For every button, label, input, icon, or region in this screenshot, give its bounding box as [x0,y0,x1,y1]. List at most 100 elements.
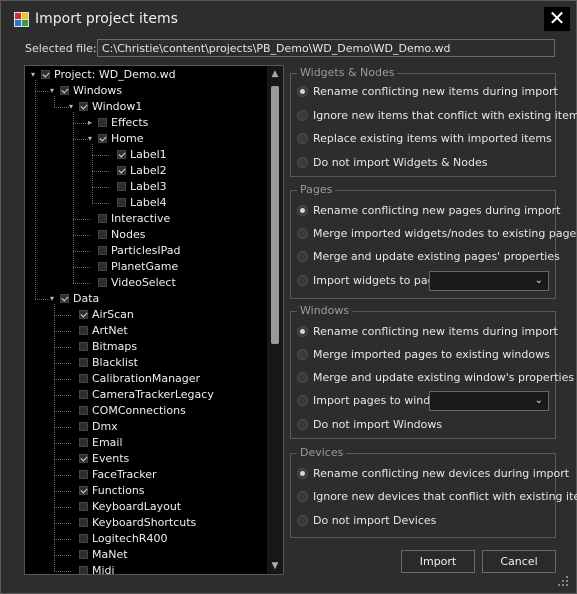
page-select[interactable]: ⌄ [429,271,549,291]
project-tree[interactable]: ▾ Project: WD_Demo.wd ▾ Windows ▾ Window1 ▸ Eff… [24,65,284,575]
tree-node-label: KeyboardLayout [92,500,182,513]
tree-connector [92,144,93,203]
tree-checkbox[interactable] [79,406,88,415]
tree-connector [73,139,90,140]
tree-checkbox[interactable] [98,134,107,143]
tree-checkbox[interactable] [98,214,107,223]
cancel-button[interactable]: Cancel [482,550,556,573]
tree-checkbox[interactable] [117,150,126,159]
tree-node-label: Midi [92,564,115,575]
scroll-down-icon[interactable]: ▼ [267,558,283,574]
tree-connector [54,411,71,412]
app-icon [14,12,29,27]
tree-connector [92,155,109,156]
tree-connector [54,491,71,492]
radio-dot [297,419,308,430]
tree-checkbox[interactable] [79,390,88,399]
chevron-down-icon: ⌄ [534,395,543,406]
tree-checkbox[interactable] [79,102,88,111]
tree-node-label: Events [92,452,130,465]
tree-connector [73,235,90,236]
tree-checkbox[interactable] [117,198,126,207]
tree-connector [54,331,71,332]
tree-node-label: LogitechR400 [92,532,168,545]
tree-node-label: AirScan [92,308,134,321]
tree-connector [54,459,71,460]
tree-node-label: Interactive [111,212,171,225]
tree-node-label: ParticlesIPad [111,244,181,257]
tree-checkbox[interactable] [79,422,88,431]
tree-checkbox[interactable] [41,70,50,79]
tree-node-label: Dmx [92,420,118,433]
tree-checkbox[interactable] [79,550,88,559]
pages-group: Pages Rename conflicting new pages durin… [290,183,576,299]
tree-connector [54,555,71,556]
windows-group: Windows Rename conflicting new items dur… [290,304,574,439]
tree-node-label: Label1 [130,148,167,161]
tree-node-label: Window1 [92,100,143,113]
tree-node-label: CalibrationManager [92,372,201,385]
tree-node-label: Functions [92,484,145,497]
import-button[interactable]: Import [401,550,475,573]
tree-connector [54,475,71,476]
radio-dot [297,205,308,216]
tree-checkbox[interactable] [79,566,88,574]
tree-checkbox[interactable] [79,454,88,463]
radio-dot [297,491,308,502]
title-bar: Import project items ✕ [1,1,576,37]
tree-node-label: KeyboardShortcuts [92,516,197,529]
devices-title: Devices [297,446,347,459]
tree-checkbox[interactable] [79,342,88,351]
tree-checkbox[interactable] [98,118,107,127]
selected-file-field[interactable]: C:\Christie\content\projects\PB_Demo\WD_… [97,39,555,57]
window-title: Import project items [35,11,178,27]
tree-node-label: Label4 [130,196,167,209]
resize-grip-icon[interactable] [557,575,569,587]
tree-node-label: MaNet [92,548,128,561]
tree-checkbox[interactable] [79,310,88,319]
tree-checkbox[interactable] [79,518,88,527]
tree-scrollbar[interactable]: ▲ ▼ [267,66,283,574]
tree-checkbox[interactable] [98,262,107,271]
pages-title: Pages [297,183,336,196]
chevron-down-icon: ⌄ [534,275,543,286]
tree-checkbox[interactable] [79,470,88,479]
tree-node-label: Home [111,132,144,145]
tree-checkbox[interactable] [79,534,88,543]
tree-connector [73,123,90,124]
tree-connector [35,91,52,92]
collapse-icon[interactable]: ▾ [31,71,39,79]
tree-checkbox[interactable] [79,374,88,383]
tree-checkbox[interactable] [60,86,69,95]
window-select[interactable]: ⌄ [429,391,549,411]
tree-connector [35,299,52,300]
tree-checkbox[interactable] [79,358,88,367]
tree-connector [54,315,71,316]
tree-checkbox[interactable] [117,182,126,191]
tree-node-label: Windows [73,84,123,97]
tree-connector [54,427,71,428]
tree-checkbox[interactable] [79,438,88,447]
tree-node-label: VideoSelect [111,276,176,289]
radio-dot [297,228,308,239]
tree-connector [92,171,109,172]
tree-checkbox[interactable] [60,294,69,303]
close-icon: ✕ [548,6,566,30]
tree-checkbox[interactable] [79,326,88,335]
tree-connector [54,304,55,571]
tree-checkbox[interactable] [98,278,107,287]
tree-checkbox[interactable] [79,486,88,495]
radio-dot [297,157,308,168]
tree-checkbox[interactable] [98,246,107,255]
tree-node-label: Nodes [111,228,146,241]
scroll-up-icon[interactable]: ▲ [267,66,283,82]
tree-checkbox[interactable] [98,230,107,239]
radio-dot [297,251,308,262]
tree-connector [54,443,71,444]
radio-dot [297,326,308,337]
tree-checkbox[interactable] [79,502,88,511]
tree-checkbox[interactable] [117,166,126,175]
scroll-thumb[interactable] [271,86,279,344]
tree-node-label: Label3 [130,180,167,193]
close-button[interactable]: ✕ [544,7,570,31]
